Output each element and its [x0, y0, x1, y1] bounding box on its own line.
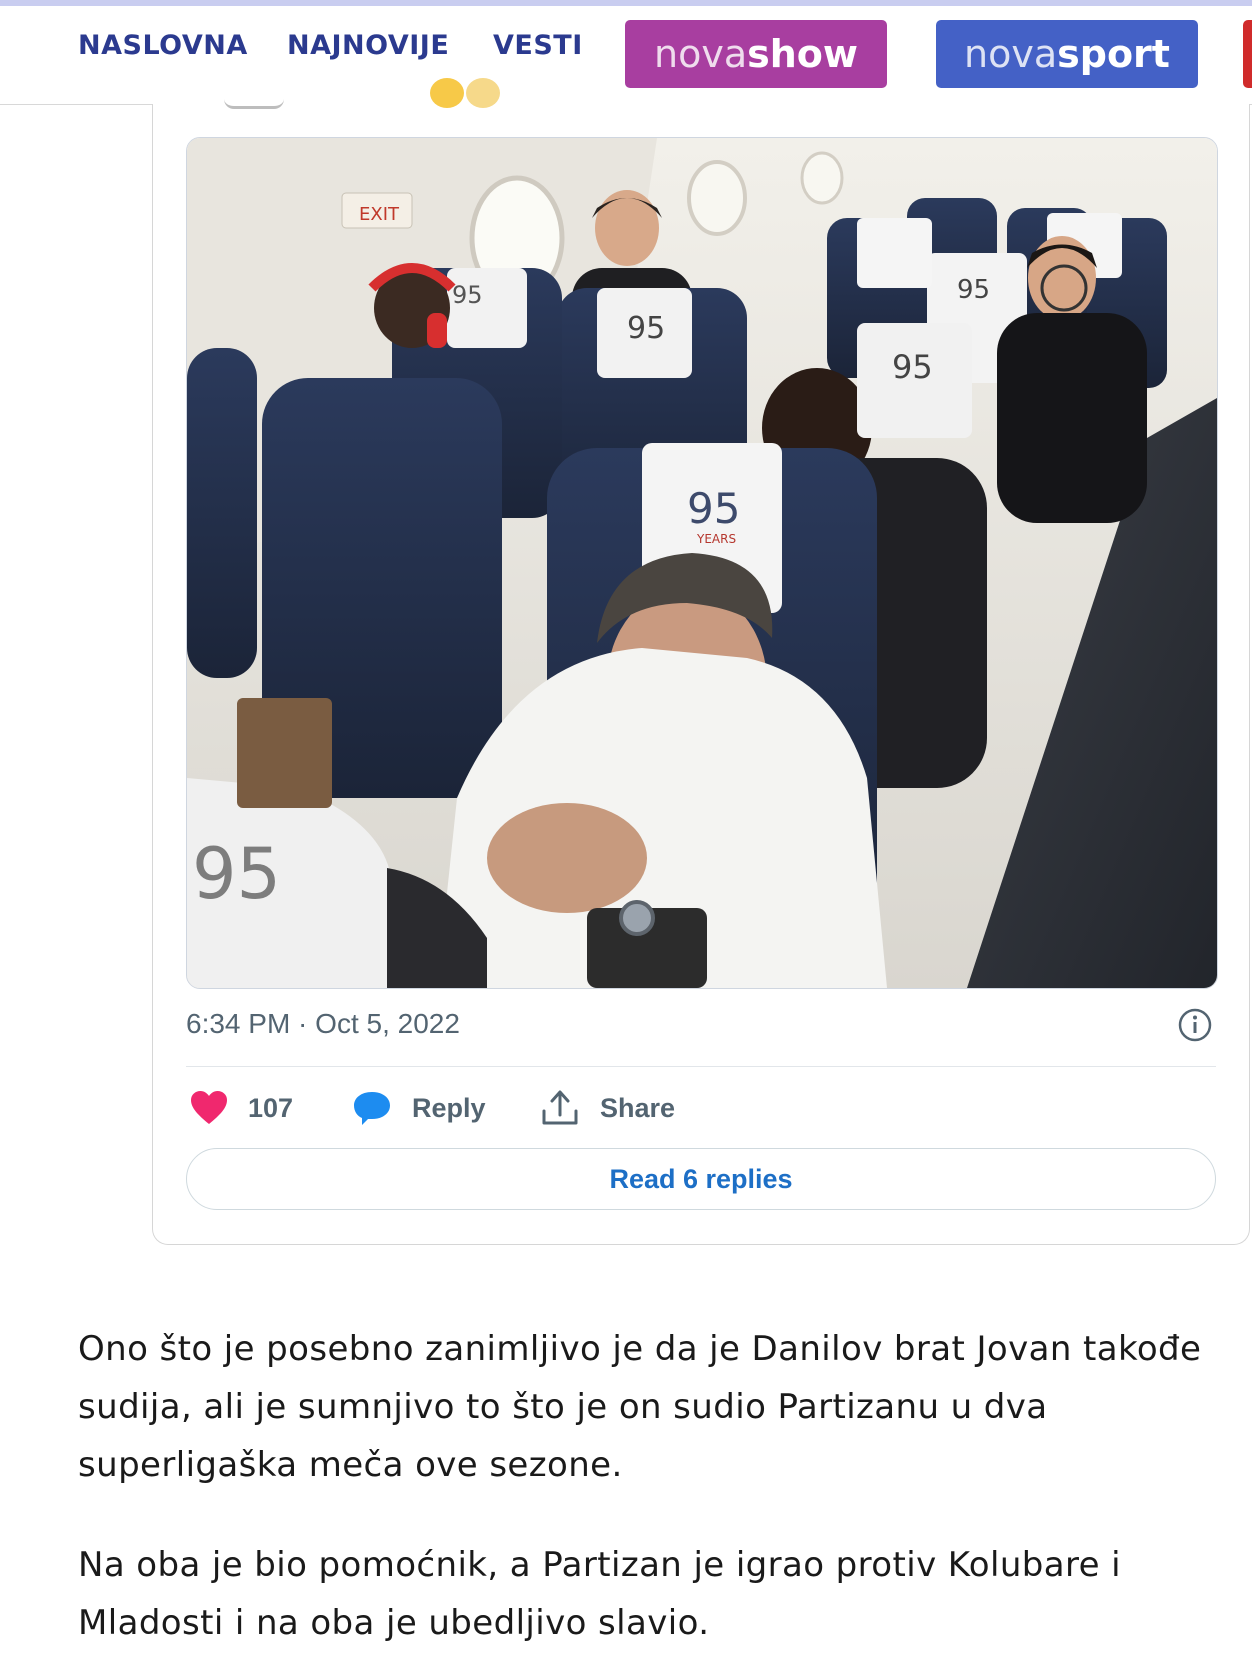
svg-text:95: 95	[627, 311, 665, 346]
nav-link-naslovna[interactable]: NASLOVNA	[78, 30, 248, 61]
tweet-divider	[186, 1066, 1216, 1067]
share-button[interactable]: Share	[540, 1088, 675, 1128]
reply-label: Reply	[412, 1092, 486, 1123]
like-button[interactable]: 107	[190, 1088, 293, 1128]
article-paragraph: Na oba je bio pomoćnik, a Partizan je ig…	[78, 1545, 1122, 1643]
share-label: Share	[600, 1092, 676, 1123]
svg-text:95: 95	[452, 281, 483, 309]
svg-text:YEARS: YEARS	[696, 532, 736, 546]
svg-text:95: 95	[957, 275, 990, 305]
read-replies-button[interactable]: Read 6 replies	[186, 1148, 1216, 1210]
airplane-cabin-photo-icon: EXIT 95 95 95 95 95 YEARS 95	[187, 138, 1217, 988]
nova-sport-logo-button[interactable]: novasport	[936, 20, 1198, 88]
article-paragraph: Ono što je posebno zanimljivo je da je D…	[78, 1329, 1202, 1485]
reply-button[interactable]: Reply	[352, 1088, 486, 1128]
tweet-text-fragment	[224, 92, 284, 109]
nova-sport-logo-part2: sport	[1057, 32, 1170, 76]
heart-icon	[191, 1091, 227, 1124]
nova-show-logo-part2: show	[747, 32, 858, 76]
nav-link-najnovije[interactable]: NAJNOVIJE	[287, 30, 449, 61]
nova-show-logo-button[interactable]: novashow	[625, 20, 887, 88]
svg-text:95: 95	[892, 348, 933, 386]
tweet-photo[interactable]: EXIT 95 95 95 95 95 YEARS 95	[186, 137, 1218, 989]
svg-text:95: 95	[687, 484, 740, 533]
speech-bubble-icon	[354, 1092, 390, 1125]
like-count: 107	[248, 1092, 294, 1123]
next-brand-tab-partial[interactable]	[1243, 20, 1252, 88]
share-icon	[542, 1090, 578, 1125]
info-icon[interactable]	[1178, 1008, 1212, 1042]
emoji-icon	[466, 78, 500, 108]
nav-link-vesti[interactable]: VESTI	[493, 30, 583, 61]
tweet-timestamp[interactable]: 6:34 PM · Oct 5, 2022	[186, 1008, 460, 1040]
site-navbar: NASLOVNA NAJNOVIJE VESTI novashow novasp…	[0, 6, 1252, 105]
svg-text:EXIT: EXIT	[359, 204, 400, 225]
nova-show-logo-part1: nova	[654, 32, 748, 76]
tweet-text-cutoff	[184, 78, 524, 112]
nova-sport-logo-part1: nova	[964, 32, 1058, 76]
emoji-icon	[430, 78, 464, 108]
svg-text:95: 95	[192, 833, 281, 915]
